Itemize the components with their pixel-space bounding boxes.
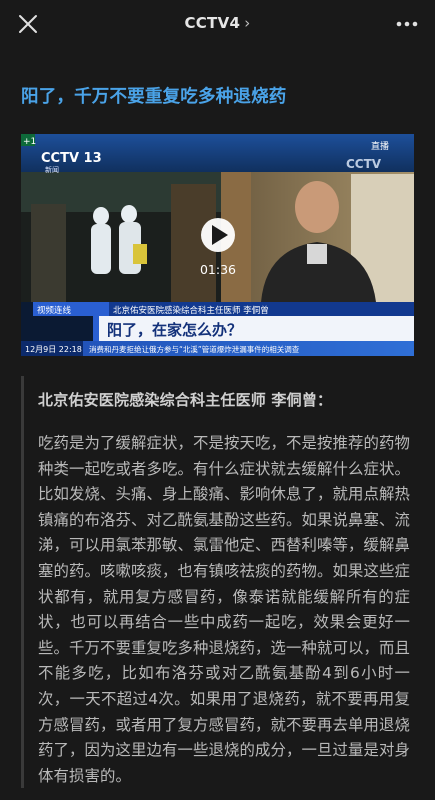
caption-small: 北京佑安医院感染综合科主任医师 李侗曾 [113, 305, 269, 316]
top-bar: CCTV4 › [0, 0, 435, 48]
news-ticker: 消费和丹麦拒绝让俄方参与“北溪”管道爆炸泄漏事件的相关调查 [89, 344, 300, 354]
channel-sub: 新闻 [45, 165, 59, 174]
quote-block: 北京佑安医院感染综合科主任医师 李侗曾： 吃药是为了缓解症状，不是按天吃，不是按… [21, 376, 414, 788]
more-icon [396, 21, 418, 27]
svg-text:CCTV: CCTV [346, 157, 382, 171]
video-duration: 01:36 [200, 262, 236, 277]
live-label: 直播 [371, 140, 389, 152]
more-button[interactable] [393, 12, 421, 36]
quote-body: 吃药是为了缓解症状，不是按天吃，不是按推荐的药物种类一起吃或者多吃。有什么症状就… [38, 434, 410, 785]
account-title: CCTV4 [184, 14, 241, 32]
video-player[interactable]: +1 CCTV 13 新闻 直播 CCTV 视频连线 北京佑安医院感染综合科主任… [21, 134, 414, 356]
corner-label: +1 [23, 137, 36, 147]
chevron-right-icon: › [244, 14, 251, 32]
quote-title: 北京佑安医院感染综合科主任医师 李侗曾： [38, 391, 333, 409]
caption-big: 阳了，在家怎么办？ [107, 321, 242, 339]
play-button[interactable] [201, 218, 235, 252]
video-thumbnail: +1 CCTV 13 新闻 直播 CCTV 视频连线 北京佑安医院感染综合科主任… [21, 134, 414, 356]
lower-third-tag: 视频连线 [37, 305, 72, 316]
article-headline: 阳了，千万不要重复吃多种退烧药 [21, 87, 287, 107]
channel-logo: CCTV 13 [41, 151, 102, 166]
account-title-button[interactable]: CCTV4 › [0, 14, 435, 32]
date-time: 12月9日 22:18 [25, 345, 82, 354]
